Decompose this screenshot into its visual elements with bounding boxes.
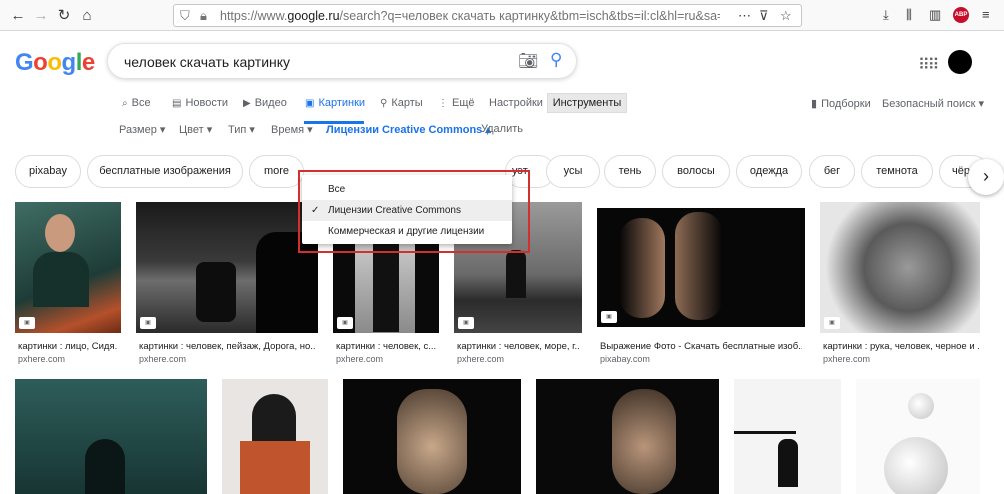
chip[interactable]: усы xyxy=(546,155,600,188)
bookmark-star-icon[interactable]: ☆ xyxy=(780,8,792,24)
chip[interactable]: волосы xyxy=(662,155,730,188)
filter-license[interactable]: Лицензии Creative Commons ▴ xyxy=(326,123,491,136)
pocket-icon[interactable]: ⊽ xyxy=(759,8,769,24)
result-caption[interactable]: картинки : рука, человек, черное и ... xyxy=(823,341,979,352)
result-caption[interactable]: картинки : человек, море, г... xyxy=(457,341,579,352)
safe-search-dropdown[interactable]: Безопасный поиск ▾ xyxy=(882,97,984,110)
chip[interactable]: pixabay xyxy=(15,155,81,188)
library-icon[interactable]: ⫼ xyxy=(906,7,912,23)
tools-filter-bar: Размер ▾ Цвет ▾ Тип ▾ Время ▾ Лицензии C… xyxy=(0,122,1004,142)
more-vert-icon: ⋮ xyxy=(438,98,448,109)
news-icon: ▤ xyxy=(172,98,182,109)
image-icon: ▣ xyxy=(337,317,353,329)
highlight-box xyxy=(298,170,530,253)
browser-toolbar: ← → ↻ ⌂ ⛉ 🔒︎ https://www.google.ru/searc… xyxy=(0,0,1004,31)
tab-more[interactable]: ⋮ Ещё xyxy=(438,97,475,109)
filter-type[interactable]: Тип ▾ xyxy=(228,123,255,136)
image-result[interactable] xyxy=(734,379,841,494)
chip[interactable]: бег xyxy=(809,155,855,188)
sidebar-icon[interactable]: ▥ xyxy=(929,7,941,23)
result-source[interactable]: pxhere.com xyxy=(457,354,504,364)
camera-icon[interactable]: 📷︎ xyxy=(518,51,538,71)
result-source[interactable]: pxhere.com xyxy=(336,354,383,364)
search-icon: ⌕ xyxy=(122,98,128,109)
shield-icon[interactable]: ⛉ xyxy=(180,8,190,24)
result-source[interactable]: pxhere.com xyxy=(823,354,870,364)
chip[interactable]: одежда xyxy=(736,155,802,188)
image-result[interactable] xyxy=(536,379,719,494)
tab-video[interactable]: ▶ Видео xyxy=(243,97,287,109)
image-result[interactable] xyxy=(15,379,207,494)
image-result[interactable]: ▣ xyxy=(15,202,121,333)
search-box[interactable]: человек скачать картинку 📷︎ ⚲ xyxy=(107,43,577,79)
search-input[interactable]: человек скачать картинку xyxy=(124,54,290,70)
downloads-icon[interactable]: ⤓ xyxy=(883,7,889,23)
page-actions-icon[interactable]: ⋯ xyxy=(738,8,751,24)
image-icon: ▣ xyxy=(19,317,35,329)
result-caption[interactable]: картинки : человек, с... xyxy=(336,341,436,352)
tab-all[interactable]: ⌕ Все xyxy=(122,97,151,109)
bookmark-icon: ▮ xyxy=(811,98,818,110)
avatar[interactable] xyxy=(948,50,972,74)
image-icon: ▣ xyxy=(601,311,617,323)
image-icon: ▣ xyxy=(458,317,474,329)
filter-time[interactable]: Время ▾ xyxy=(271,123,313,136)
result-source[interactable]: pixabay.com xyxy=(600,354,650,364)
chevron-right-icon[interactable]: › xyxy=(968,159,1004,195)
apps-grid-icon[interactable]: ⠿⠿ xyxy=(918,55,939,75)
result-caption[interactable]: картинки : человек, пейзаж, Дорога, но..… xyxy=(139,341,315,352)
tab-maps[interactable]: ⚲ Карты xyxy=(380,97,423,109)
image-result[interactable] xyxy=(856,379,980,494)
image-result[interactable]: ▣ xyxy=(136,202,318,333)
result-caption[interactable]: Выражение Фото - Скачать бесплатные изоб… xyxy=(600,341,802,352)
filter-color[interactable]: Цвет ▾ xyxy=(179,123,212,136)
tab-images[interactable]: ▣ Картинки xyxy=(305,97,365,109)
search-icon[interactable]: ⚲ xyxy=(550,50,562,70)
collections-link[interactable]: ▮ Подборки xyxy=(811,97,871,110)
home-icon[interactable]: ⌂ xyxy=(77,6,97,26)
url-text[interactable]: https://www.google.ru/search?q=человек с… xyxy=(220,9,720,23)
pin-icon: ⚲ xyxy=(380,98,388,109)
reload-icon[interactable]: ↻ xyxy=(54,6,74,26)
menu-icon[interactable]: ≡ xyxy=(982,7,990,23)
image-result[interactable]: ▣ xyxy=(820,202,980,333)
image-result[interactable] xyxy=(222,379,328,494)
result-source[interactable]: pxhere.com xyxy=(139,354,186,364)
back-icon[interactable]: ← xyxy=(8,6,28,26)
chip[interactable]: тень xyxy=(604,155,656,188)
image-result[interactable] xyxy=(343,379,521,494)
tools-button[interactable]: Инструменты xyxy=(547,93,627,113)
filter-clear[interactable]: Удалить xyxy=(481,123,523,135)
chip[interactable]: темнота xyxy=(861,155,933,188)
address-bar[interactable]: ⛉ 🔒︎ https://www.google.ru/search?q=чело… xyxy=(173,4,802,27)
forward-icon[interactable]: → xyxy=(31,6,51,26)
image-icon: ▣ xyxy=(305,98,315,109)
tab-news[interactable]: ▤ Новости xyxy=(172,97,228,109)
image-icon: ▣ xyxy=(140,317,156,329)
adblock-icon[interactable]: ABP xyxy=(953,7,969,23)
chip[interactable]: more xyxy=(249,155,304,188)
filter-size[interactable]: Размер ▾ xyxy=(119,123,165,136)
google-logo[interactable]: Google xyxy=(15,49,95,77)
play-icon: ▶ xyxy=(243,98,251,109)
chip[interactable]: бесплатные изображения xyxy=(87,155,243,188)
lock-icon: 🔒︎ xyxy=(200,8,207,23)
tab-settings[interactable]: Настройки xyxy=(489,97,543,109)
search-page: Google человек скачать картинку 📷︎ ⚲ ⠿⠿ … xyxy=(0,31,1004,494)
result-source[interactable]: pxhere.com xyxy=(18,354,65,364)
image-icon: ▣ xyxy=(824,317,840,329)
image-result[interactable]: ▣ xyxy=(597,208,805,327)
result-caption[interactable]: картинки : лицо, Сидя... xyxy=(18,341,118,352)
